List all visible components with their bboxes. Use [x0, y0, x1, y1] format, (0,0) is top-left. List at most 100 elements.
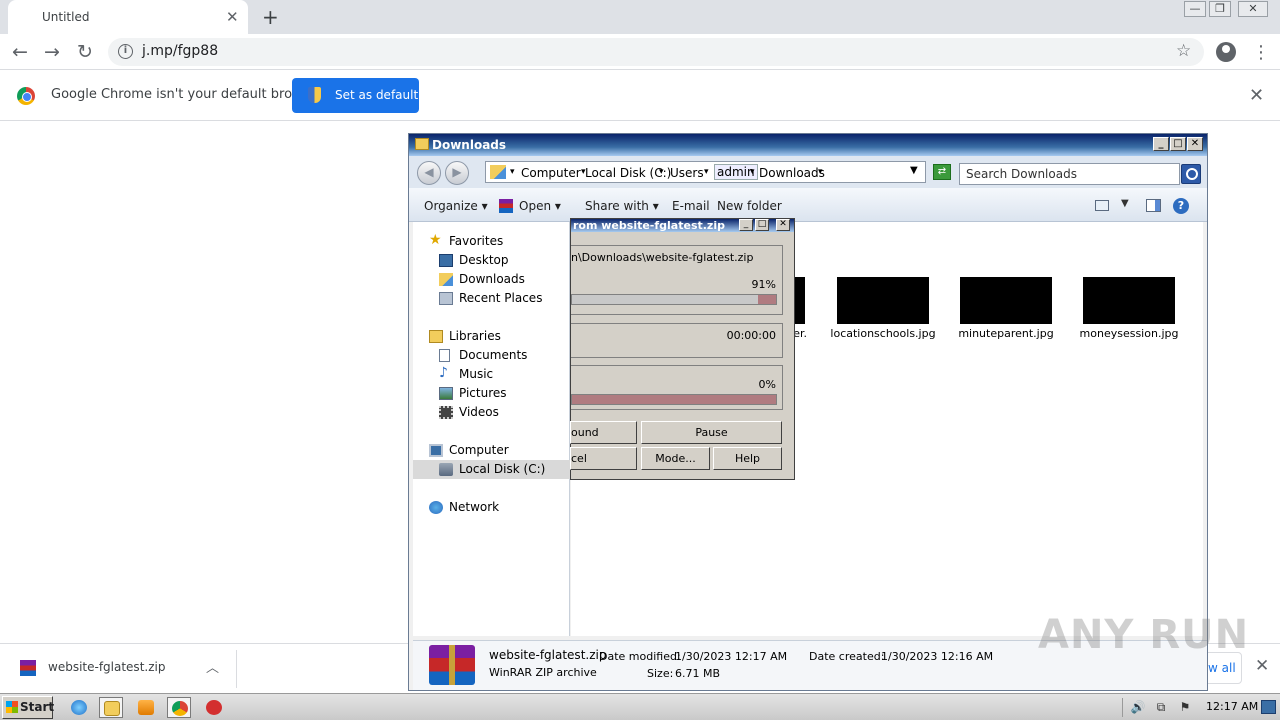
chevron-down-icon[interactable]: ▾	[750, 167, 755, 177]
help-icon[interactable]: ?	[1173, 198, 1189, 214]
chevron-down-icon[interactable]: ▾	[704, 167, 709, 177]
nav-downloads[interactable]: Downloads	[413, 270, 570, 289]
file-progress-marker	[758, 295, 776, 304]
nav-network[interactable]: Network	[413, 498, 570, 517]
url-text[interactable]: j.mp/fgp88	[142, 43, 218, 59]
libraries-icon	[429, 330, 443, 343]
reload-icon[interactable]: ↻	[77, 41, 93, 63]
explorer-command-bar: Organize ▾ Open ▾ Share with ▾ E-mail Ne…	[409, 188, 1207, 222]
bookmark-star-icon[interactable]: ☆	[1176, 41, 1191, 61]
change-view-icon[interactable]	[1095, 200, 1109, 211]
profile-icon[interactable]	[1216, 42, 1236, 62]
details-created-label: Date created:	[809, 650, 885, 663]
file-thumbnail[interactable]	[837, 277, 929, 324]
chevron-down-icon[interactable]: ▾	[818, 167, 823, 177]
cancel-button[interactable]: cel	[570, 447, 637, 470]
share-with-button[interactable]: Share with ▾	[585, 199, 659, 213]
new-tab-icon[interactable]: +	[262, 5, 279, 29]
maximize-icon[interactable]: □	[1170, 137, 1186, 151]
view-options-dropdown-icon[interactable]: ▼	[1121, 198, 1129, 209]
crumb-computer[interactable]: Computer	[521, 166, 581, 180]
elapsed-time: 00:00:00	[726, 329, 776, 342]
file-name[interactable]: locationschools.jpg	[823, 327, 943, 340]
maximize-icon[interactable]: □	[755, 219, 769, 231]
background-button[interactable]: ound	[570, 421, 637, 444]
taskbar-explorer[interactable]	[99, 697, 123, 718]
winrar-titlebar[interactable]: rom website-fglatest.zip _ □ ✕	[571, 219, 794, 232]
infobar-close-icon[interactable]: ✕	[1249, 85, 1264, 106]
preview-pane-icon[interactable]	[1146, 199, 1161, 212]
search-input[interactable]: Search Downloads	[959, 163, 1180, 185]
file-progress-fill	[572, 295, 758, 304]
winrar-open-icon	[499, 199, 513, 213]
organize-button[interactable]: Organize ▾	[424, 199, 488, 213]
close-icon[interactable]: ✕	[1187, 137, 1203, 151]
nav-music[interactable]: ♪ Music	[413, 365, 570, 384]
nav-local-disk[interactable]: Local Disk (C:)	[413, 460, 570, 479]
file-name[interactable]: minuteparent.jpg	[946, 327, 1066, 340]
tab-untitled[interactable]: Untitled ✕	[8, 0, 248, 34]
crumb-users[interactable]: Users	[670, 166, 704, 180]
start-button[interactable]: Start	[2, 696, 54, 719]
taskbar-antivirus[interactable]	[202, 697, 226, 718]
minimize-icon[interactable]: —	[1184, 1, 1206, 17]
chrome-menu-icon[interactable]: ⋮	[1252, 42, 1270, 63]
crumb-downloads[interactable]: Downloads	[759, 166, 825, 180]
network-tray-icon[interactable]: ⧉	[1153, 699, 1169, 715]
nav-label: Music	[459, 367, 494, 381]
back-icon[interactable]: ◀	[417, 161, 441, 185]
explorer-titlebar[interactable]: Downloads _ □ ✕	[409, 134, 1207, 156]
email-button[interactable]: E-mail	[672, 199, 710, 213]
minimize-icon[interactable]: _	[1153, 137, 1169, 151]
taskbar-chrome[interactable]	[167, 697, 191, 718]
pause-button[interactable]: Pause	[641, 421, 782, 444]
open-button[interactable]: Open ▾	[519, 199, 561, 213]
chevron-down-icon[interactable]: ▾	[659, 167, 664, 177]
crumb-root-chevron-icon[interactable]: ▾	[510, 167, 515, 177]
address-bar[interactable]: i j.mp/fgp88 ☆	[108, 38, 1204, 66]
download-item-name[interactable]: website-fglatest.zip	[48, 660, 165, 674]
volume-icon[interactable]: 🔊	[1130, 699, 1146, 715]
file-name[interactable]: moneysession.jpg	[1069, 327, 1189, 340]
new-folder-button[interactable]: New folder	[717, 199, 782, 213]
nav-computer[interactable]: Computer	[413, 441, 570, 460]
nav-recent-places[interactable]: Recent Places	[413, 289, 570, 308]
nav-documents[interactable]: Documents	[413, 346, 570, 365]
chrome-logo-icon	[17, 87, 35, 105]
close-icon[interactable]: ✕	[776, 219, 790, 231]
minimize-icon[interactable]: _	[739, 219, 753, 231]
nav-label: Libraries	[449, 329, 501, 343]
back-icon[interactable]: ←	[12, 41, 28, 63]
taskbar-ie[interactable]	[67, 697, 91, 718]
shelf-close-icon[interactable]: ✕	[1255, 656, 1269, 676]
restore-icon[interactable]: ❐	[1209, 1, 1231, 17]
forward-icon[interactable]: ▶	[445, 161, 469, 185]
address-history-dropdown-icon[interactable]: ▼	[910, 165, 918, 176]
set-as-default-button[interactable]: Set as default	[292, 78, 419, 113]
clock[interactable]: 12:17 AM	[1206, 700, 1258, 713]
nav-videos[interactable]: Videos	[413, 403, 570, 422]
info-icon[interactable]: i	[118, 44, 133, 59]
winrar-extract-dialog: rom website-fglatest.zip _ □ ✕ n\Downloa…	[570, 218, 795, 480]
file-thumbnail[interactable]	[960, 277, 1052, 324]
mode-button[interactable]: Mode...	[641, 447, 710, 470]
tab-close-icon[interactable]: ✕	[226, 8, 239, 26]
show-desktop-icon[interactable]	[1261, 700, 1276, 714]
tray-separator	[1122, 698, 1123, 717]
close-window-icon[interactable]: ✕	[1238, 1, 1268, 17]
file-thumbnail[interactable]	[1083, 277, 1175, 324]
help-button[interactable]: Help	[713, 447, 782, 470]
breadcrumb[interactable]: ▾ Computer ▾ Local Disk (C:) ▾ Users ▾ a…	[485, 161, 926, 183]
nav-pictures[interactable]: Pictures	[413, 384, 570, 403]
explorer-folder-icon	[104, 701, 120, 716]
search-icon[interactable]	[1181, 164, 1201, 184]
nav-desktop[interactable]: Desktop	[413, 251, 570, 270]
nav-libraries[interactable]: Libraries	[413, 327, 570, 346]
action-center-flag-icon[interactable]: ⚑	[1177, 699, 1193, 715]
taskbar-media-player[interactable]	[134, 697, 158, 718]
nav-label: Videos	[459, 405, 499, 419]
forward-icon[interactable]: →	[44, 41, 60, 63]
nav-favorites[interactable]: ★ Favorites	[413, 232, 570, 251]
chevron-up-icon[interactable]: ︿	[206, 657, 219, 676]
refresh-icon[interactable]: ⇄	[933, 164, 951, 180]
